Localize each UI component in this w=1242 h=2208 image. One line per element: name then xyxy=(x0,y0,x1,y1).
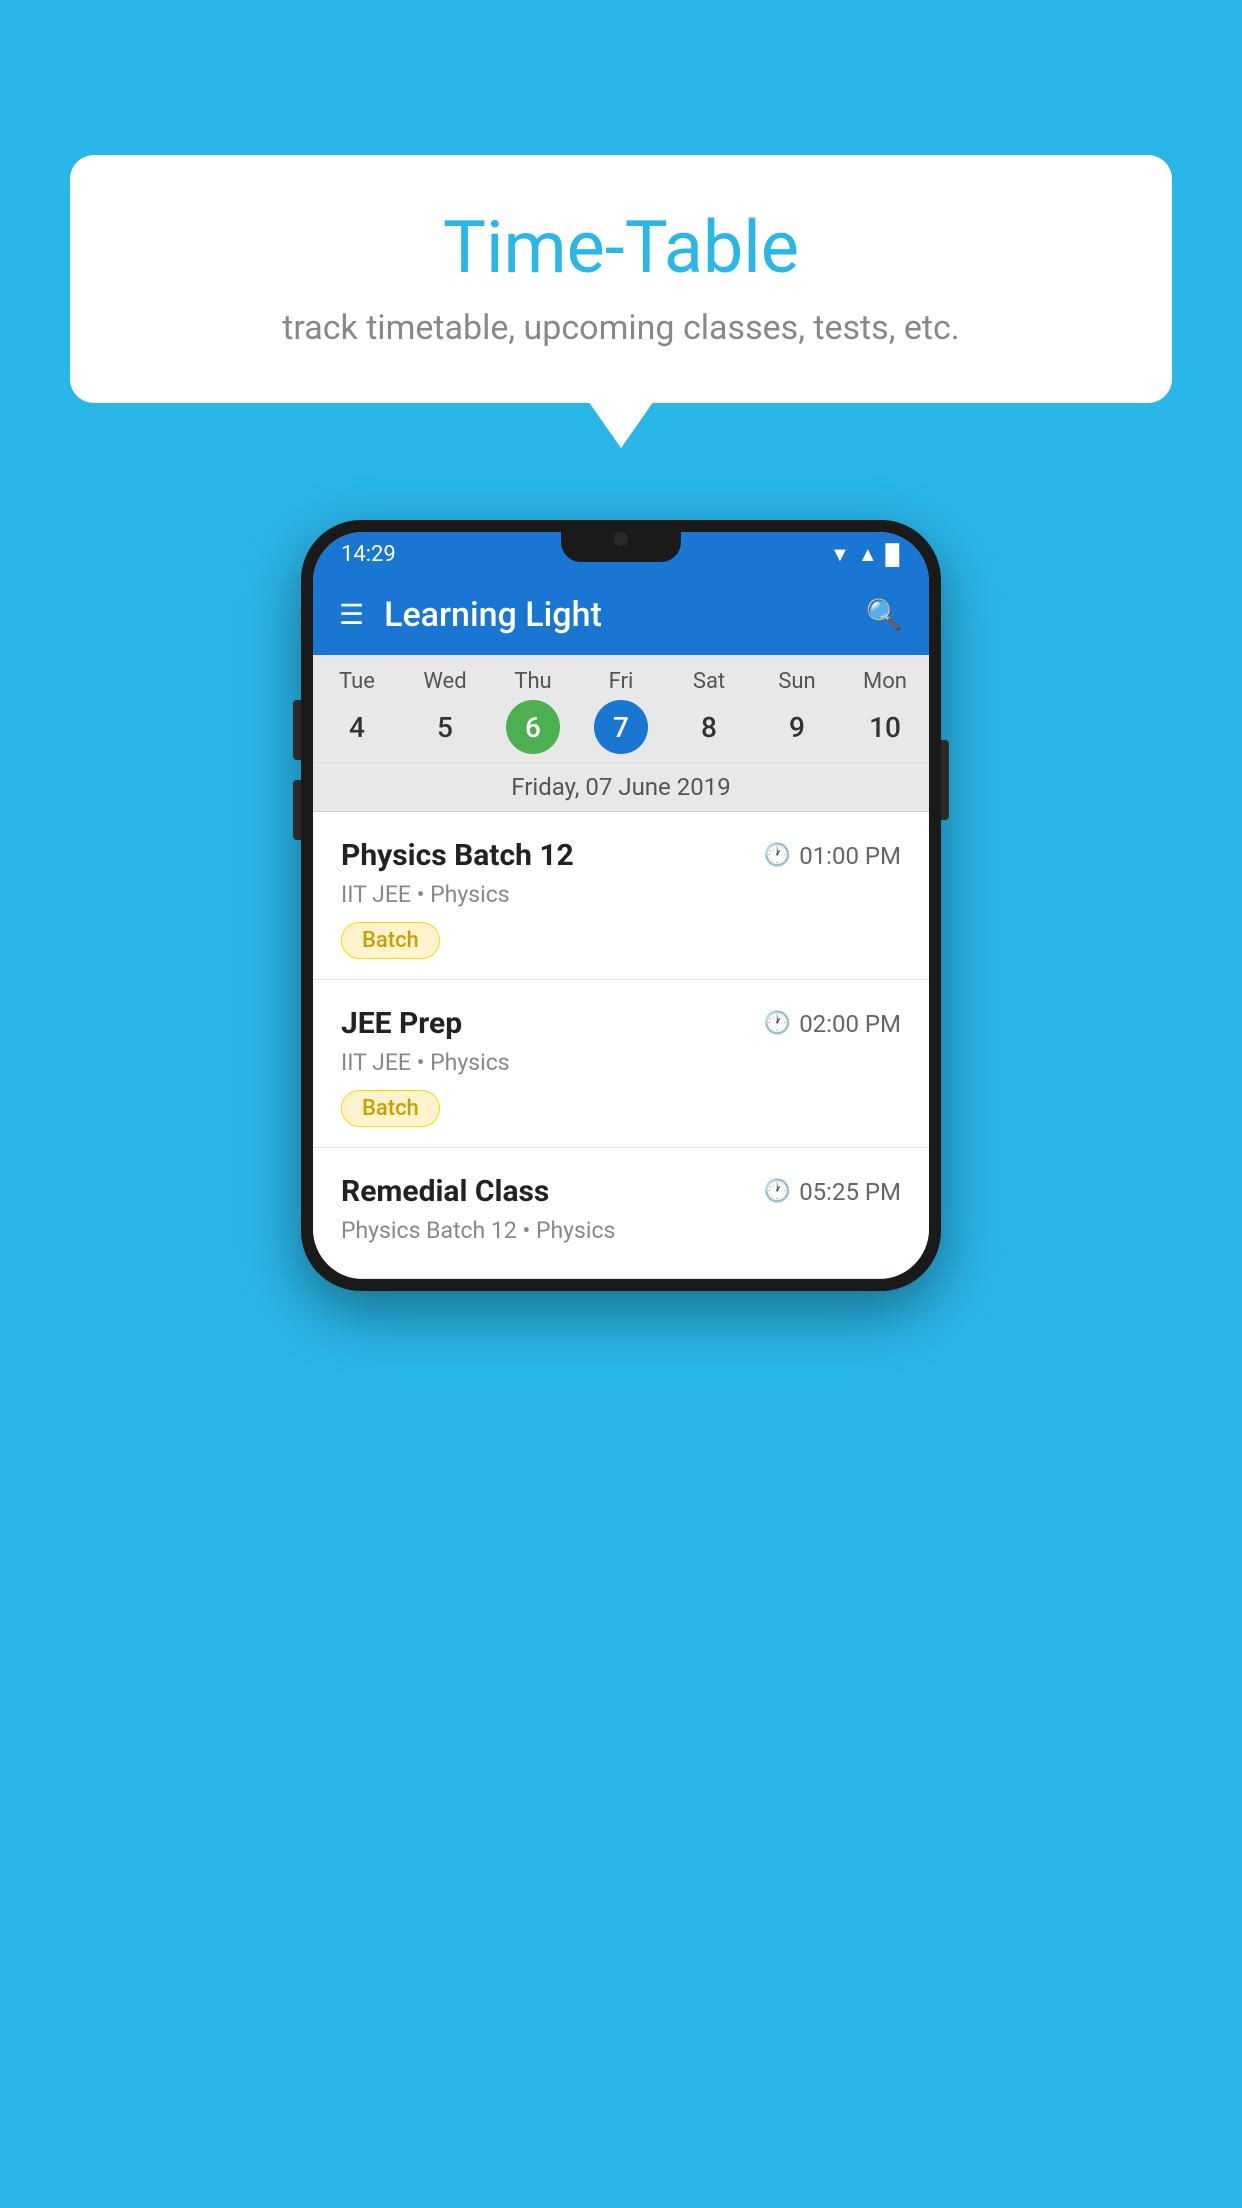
class-name: Remedial Class xyxy=(341,1174,549,1209)
clock-icon: 🕐 xyxy=(764,1179,791,1204)
day-name: Mon xyxy=(845,669,925,694)
day-number: 7 xyxy=(594,700,648,754)
power-button[interactable] xyxy=(941,740,949,820)
calendar-day-5[interactable]: Wed 5 xyxy=(401,655,489,762)
app-bar: ☰ Learning Light 🔍 xyxy=(313,575,929,655)
calendar-day-4[interactable]: Tue 4 xyxy=(313,655,401,762)
class-meta: IIT JEE • Physics xyxy=(341,1049,901,1076)
calendar-week-row: Tue 4 Wed 5 Thu 6 Fri 7 Sat 8 Sun 9 Mon 10 xyxy=(313,655,929,763)
calendar-day-9[interactable]: Sun 9 xyxy=(753,655,841,762)
batch-badge: Batch xyxy=(341,922,440,959)
class-time: 🕐05:25 PM xyxy=(764,1178,901,1206)
battery-icon: ▉ xyxy=(886,543,901,567)
selected-date-label: Friday, 07 June 2019 xyxy=(313,763,929,812)
clock-icon: 🕐 xyxy=(764,843,791,868)
class-item-header: JEE Prep 🕐02:00 PM xyxy=(341,1006,901,1041)
class-item[interactable]: JEE Prep 🕐02:00 PM IIT JEE • Physics Batch xyxy=(313,980,929,1148)
hamburger-menu-icon[interactable]: ☰ xyxy=(339,601,364,629)
phone-frame: 14:29 ▼ ▲ ▉ ☰ Learning Light 🔍 Tue 4 Wed 5T… xyxy=(301,520,941,1291)
clock-icon: 🕐 xyxy=(764,1011,791,1036)
calendar-day-7[interactable]: Fri 7 xyxy=(577,655,665,762)
day-number: 5 xyxy=(418,700,472,754)
class-list: Physics Batch 12 🕐01:00 PM IIT JEE • Physi… xyxy=(313,812,929,1279)
day-name: Sun xyxy=(757,669,837,694)
day-name: Fri xyxy=(581,669,661,694)
class-time: 🕐02:00 PM xyxy=(764,1010,901,1038)
class-item[interactable]: Physics Batch 12 🕐01:00 PM IIT JEE • Physi… xyxy=(313,812,929,980)
day-name: Wed xyxy=(405,669,485,694)
calendar-day-10[interactable]: Mon 10 xyxy=(841,655,929,762)
wifi-icon: ▼ xyxy=(830,542,850,567)
class-meta: Physics Batch 12 • Physics xyxy=(341,1217,901,1244)
day-name: Sat xyxy=(669,669,749,694)
calendar-day-8[interactable]: Sat 8 xyxy=(665,655,753,762)
phone-screen: 14:29 ▼ ▲ ▉ ☰ Learning Light 🔍 Tue 4 Wed 5T… xyxy=(313,532,929,1279)
speech-bubble: Time-Table track timetable, upcoming cla… xyxy=(70,155,1172,403)
status-icons: ▼ ▲ ▉ xyxy=(830,542,901,567)
day-number: 10 xyxy=(858,700,912,754)
day-number: 9 xyxy=(770,700,824,754)
bubble-subtitle: track timetable, upcoming classes, tests… xyxy=(110,308,1132,348)
class-meta: IIT JEE • Physics xyxy=(341,881,901,908)
class-item[interactable]: Remedial Class 🕐05:25 PM Physics Batch 12 … xyxy=(313,1148,929,1279)
class-time: 🕐01:00 PM xyxy=(764,842,901,870)
class-name: JEE Prep xyxy=(341,1006,462,1041)
volume-down-button[interactable] xyxy=(293,780,301,840)
day-number: 6 xyxy=(506,700,560,754)
day-number: 8 xyxy=(682,700,736,754)
signal-icon: ▲ xyxy=(858,542,878,567)
phone-mockup: 14:29 ▼ ▲ ▉ ☰ Learning Light 🔍 Tue 4 Wed 5T… xyxy=(301,520,941,1291)
search-icon[interactable]: 🔍 xyxy=(866,598,903,633)
class-name: Physics Batch 12 xyxy=(341,838,574,873)
class-item-header: Remedial Class 🕐05:25 PM xyxy=(341,1174,901,1209)
app-title: Learning Light xyxy=(384,595,846,635)
front-camera xyxy=(614,532,628,546)
day-name: Thu xyxy=(493,669,573,694)
calendar-day-6[interactable]: Thu 6 xyxy=(489,655,577,762)
day-name: Tue xyxy=(317,669,397,694)
class-item-header: Physics Batch 12 🕐01:00 PM xyxy=(341,838,901,873)
bubble-title: Time-Table xyxy=(110,205,1132,290)
status-time: 14:29 xyxy=(341,542,396,567)
batch-badge: Batch xyxy=(341,1090,440,1127)
day-number: 4 xyxy=(330,700,384,754)
volume-up-button[interactable] xyxy=(293,700,301,760)
